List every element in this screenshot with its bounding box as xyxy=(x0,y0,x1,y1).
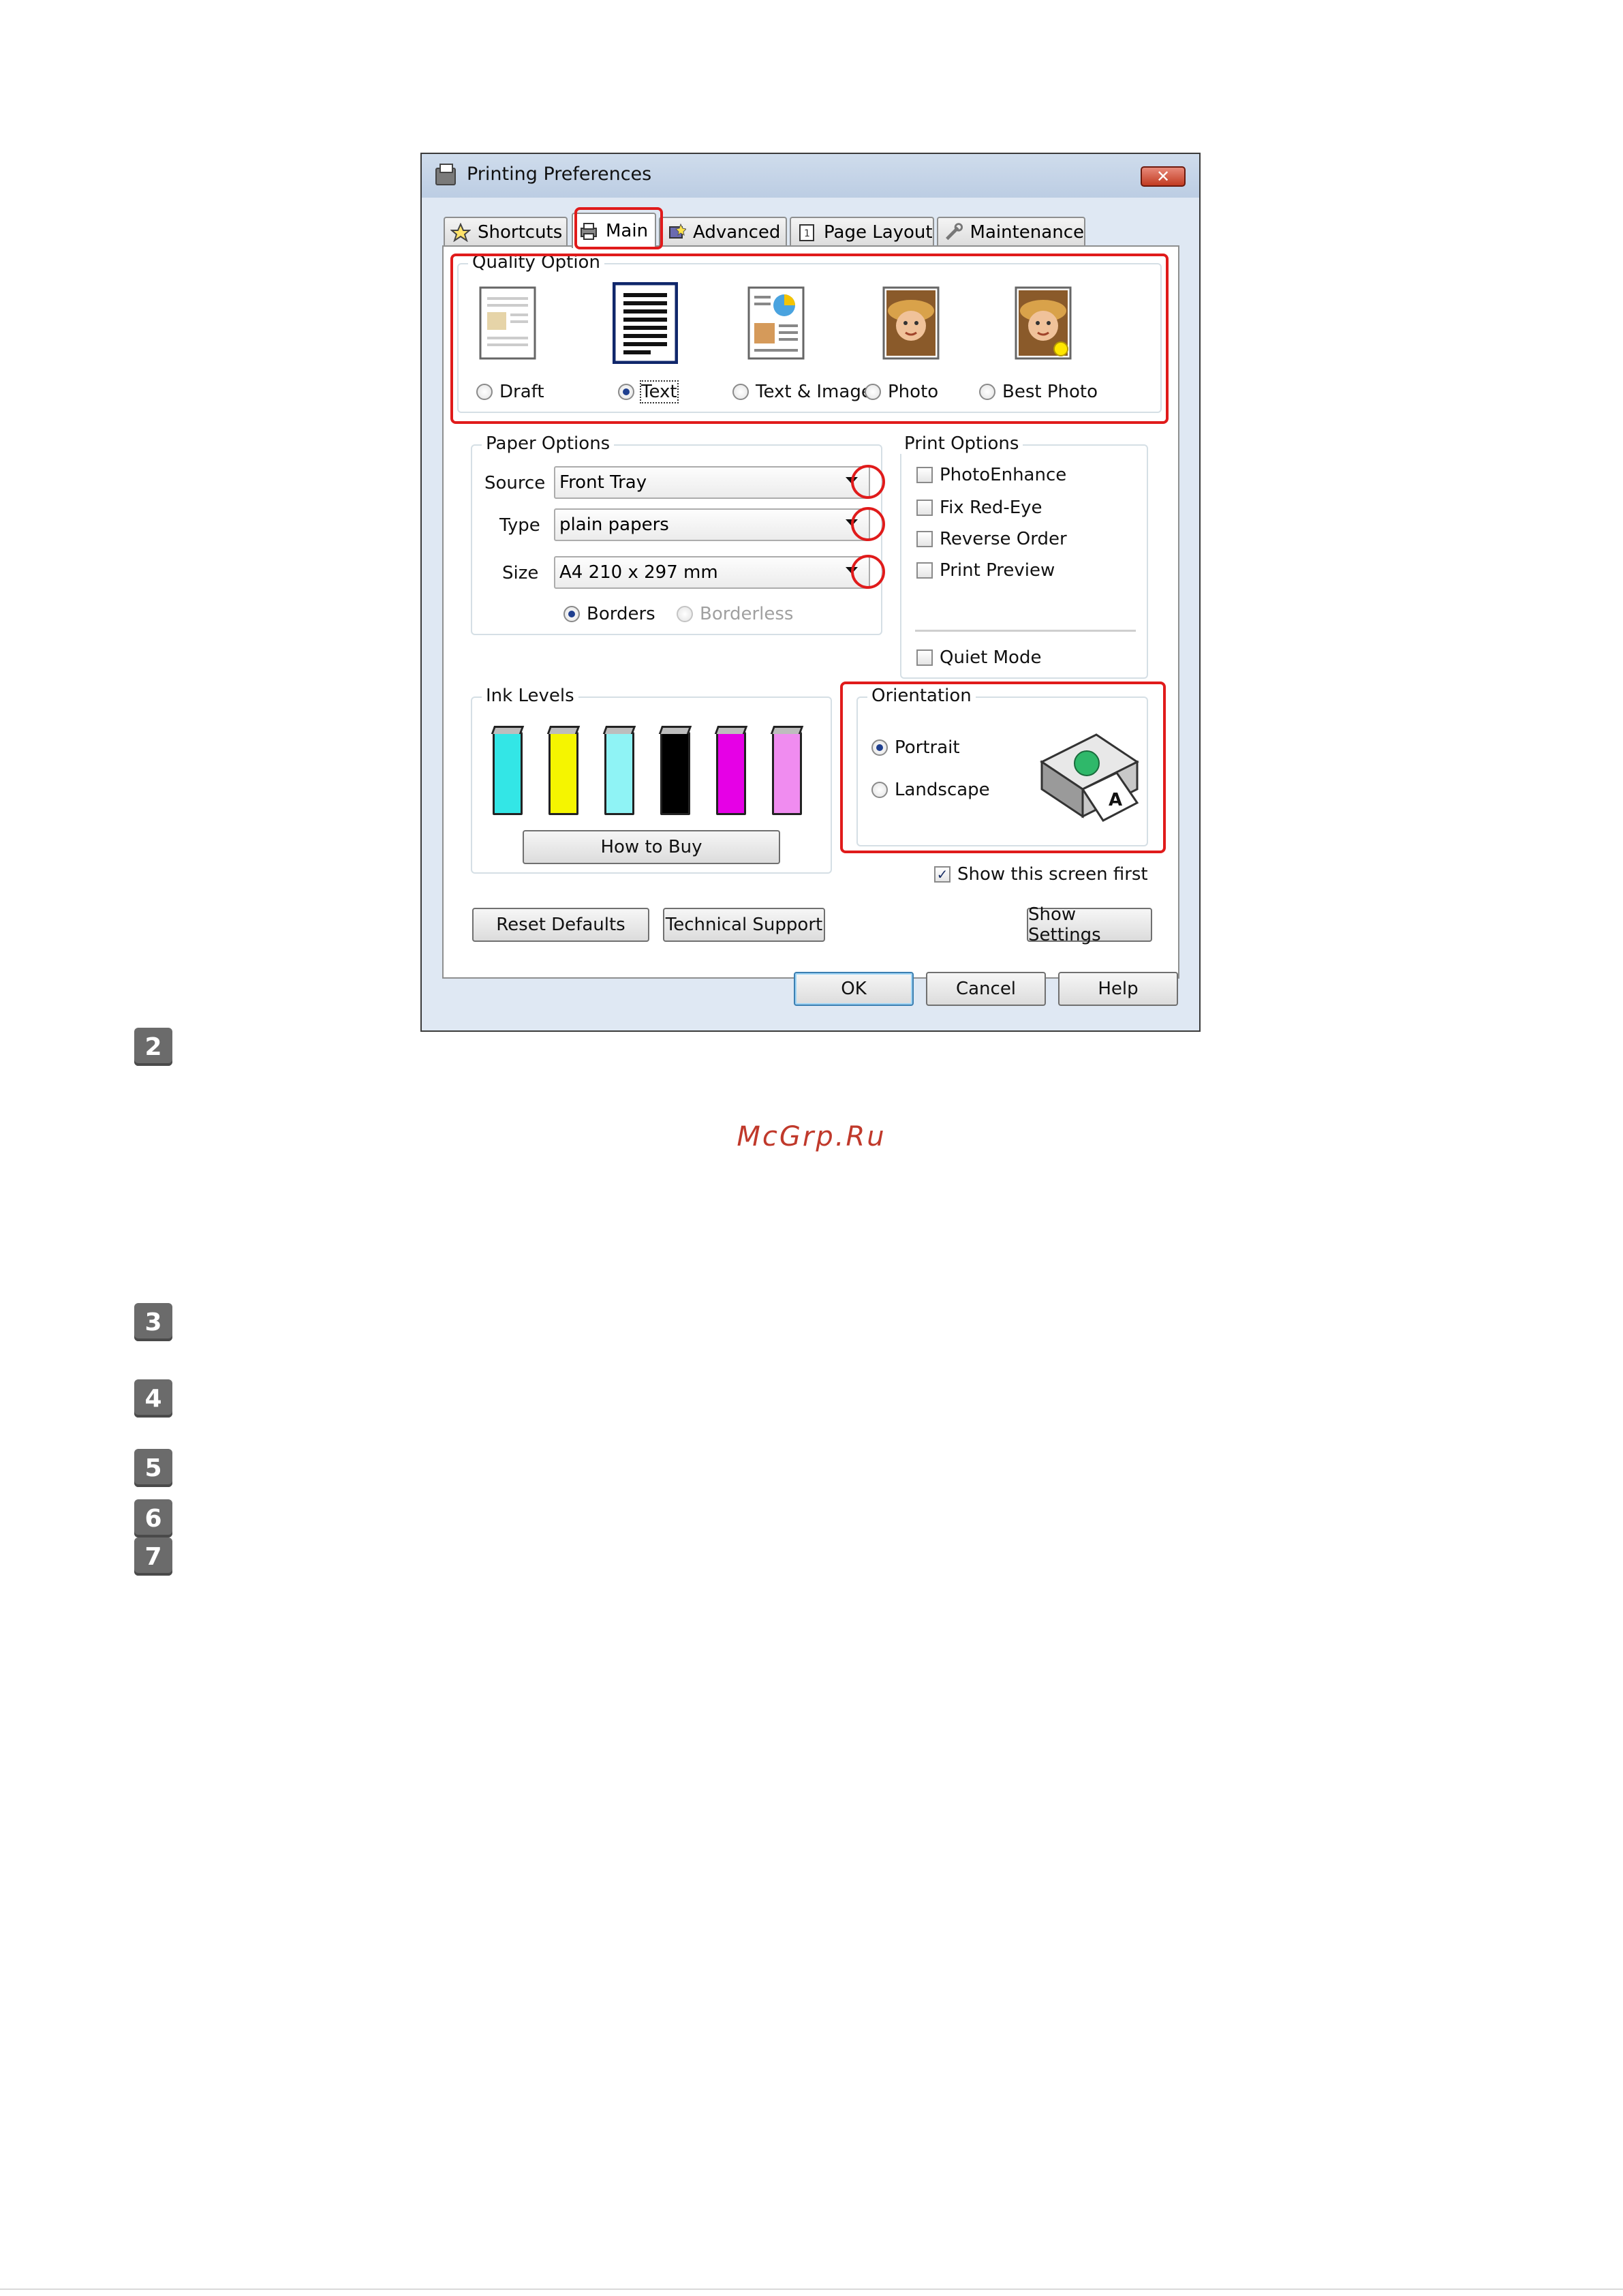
show-screen-first-checkbox[interactable]: ✓ Show this screen first xyxy=(934,864,1148,885)
type-label: Type xyxy=(499,515,540,536)
type-arrow-highlight xyxy=(851,507,885,541)
checkbox-icon xyxy=(916,500,933,516)
main-tab-highlight xyxy=(574,207,663,249)
borders-radio[interactable]: Borders xyxy=(563,604,655,624)
tab-advanced[interactable]: Advanced xyxy=(659,217,787,247)
title-bar[interactable]: Printing Preferences ✕ xyxy=(422,154,1199,198)
printer-icon xyxy=(435,164,456,185)
svg-text:1: 1 xyxy=(804,228,810,239)
size-label: Size xyxy=(502,563,539,583)
radio-icon xyxy=(563,606,580,622)
checkbox-icon xyxy=(916,649,933,666)
tab-label: Shortcuts xyxy=(478,222,563,243)
ok-button[interactable]: OK xyxy=(794,972,914,1006)
step-badge-6: 6 xyxy=(134,1499,172,1537)
wand-icon xyxy=(669,223,686,239)
photoenhance-checkbox[interactable]: PhotoEnhance xyxy=(916,465,1066,485)
main-panel: Quality Option Draft Text Text & Image P… xyxy=(442,245,1179,979)
page-bottom-rule xyxy=(0,2289,1623,2290)
tab-page-layout[interactable]: 1 Page Layout xyxy=(790,217,934,247)
step-badge-7: 7 xyxy=(134,1537,172,1576)
paper-options-group: Paper Options Source Front Tray Type pla… xyxy=(471,433,885,635)
step-badge-4: 4 xyxy=(134,1379,172,1418)
radio-icon xyxy=(677,606,693,622)
checkbox-icon xyxy=(916,531,933,547)
tab-label: Maintenance xyxy=(970,222,1084,243)
borderless-radio[interactable]: Borderless xyxy=(677,604,793,624)
divider xyxy=(915,630,1136,632)
quiet-mode-checkbox[interactable]: Quiet Mode xyxy=(916,647,1041,668)
star-icon xyxy=(450,223,471,242)
source-arrow-highlight xyxy=(851,465,885,499)
page-icon: 1 xyxy=(799,224,814,241)
paper-options-title: Paper Options xyxy=(482,433,615,454)
ink-yellow xyxy=(548,732,578,815)
ink-magenta xyxy=(716,732,746,815)
source-value: Front Tray xyxy=(559,472,647,493)
how-to-buy-button[interactable]: How to Buy xyxy=(523,830,780,864)
ink-levels-title: Ink Levels xyxy=(482,686,578,706)
type-value: plain papers xyxy=(559,515,669,535)
tab-shortcuts[interactable]: Shortcuts xyxy=(444,217,568,247)
checkbox-icon xyxy=(916,467,933,483)
step-badge-5: 5 xyxy=(134,1449,172,1487)
show-settings-button[interactable]: Show Settings xyxy=(1027,904,1152,945)
print-options-group: Print Options PhotoEnhance Fix Red-Eye R… xyxy=(900,433,1148,679)
dialog-title: Printing Preferences xyxy=(467,164,652,185)
size-select[interactable]: A4 210 x 297 mm xyxy=(554,556,870,589)
cancel-button[interactable]: Cancel xyxy=(926,972,1046,1006)
print-options-title: Print Options xyxy=(900,433,1023,454)
ink-light-magenta xyxy=(772,732,802,815)
close-button[interactable]: ✕ xyxy=(1141,166,1186,187)
watermark: McGrp.Ru xyxy=(737,1121,886,1152)
technical-support-button[interactable]: Technical Support xyxy=(663,908,825,942)
source-select[interactable]: Front Tray xyxy=(554,466,870,499)
ink-light-cyan xyxy=(604,732,634,815)
tab-label: Advanced xyxy=(693,222,781,243)
tab-strip: Shortcuts Main Advanced 1 Page Layout Ma… xyxy=(444,213,1179,248)
wrench-icon xyxy=(946,223,963,241)
size-value: A4 210 x 297 mm xyxy=(559,562,718,583)
help-button[interactable]: Help xyxy=(1058,972,1178,1006)
quality-option-highlight xyxy=(450,254,1169,424)
step-badge-2: 2 xyxy=(134,1028,172,1066)
checkbox-icon: ✓ xyxy=(934,866,950,883)
fix-red-eye-checkbox[interactable]: Fix Red-Eye xyxy=(916,498,1042,518)
printing-preferences-dialog: Printing Preferences ✕ Shortcuts Main Ad… xyxy=(420,153,1201,1032)
source-label: Source xyxy=(484,473,546,493)
checkbox-icon xyxy=(916,562,933,579)
ink-levels-group: Ink Levels How to Buy xyxy=(471,686,832,874)
reverse-order-checkbox[interactable]: Reverse Order xyxy=(916,529,1067,549)
tab-maintenance[interactable]: Maintenance xyxy=(937,217,1085,247)
ink-black xyxy=(660,732,690,815)
reset-defaults-button[interactable]: Reset Defaults xyxy=(472,908,649,942)
ink-cyan xyxy=(493,732,523,815)
size-arrow-highlight xyxy=(851,555,885,589)
tab-label: Page Layout xyxy=(824,222,933,243)
type-select[interactable]: plain papers xyxy=(554,508,870,541)
orientation-highlight xyxy=(840,682,1166,853)
print-preview-checkbox[interactable]: Print Preview xyxy=(916,560,1055,581)
step-badge-3: 3 xyxy=(134,1303,172,1341)
